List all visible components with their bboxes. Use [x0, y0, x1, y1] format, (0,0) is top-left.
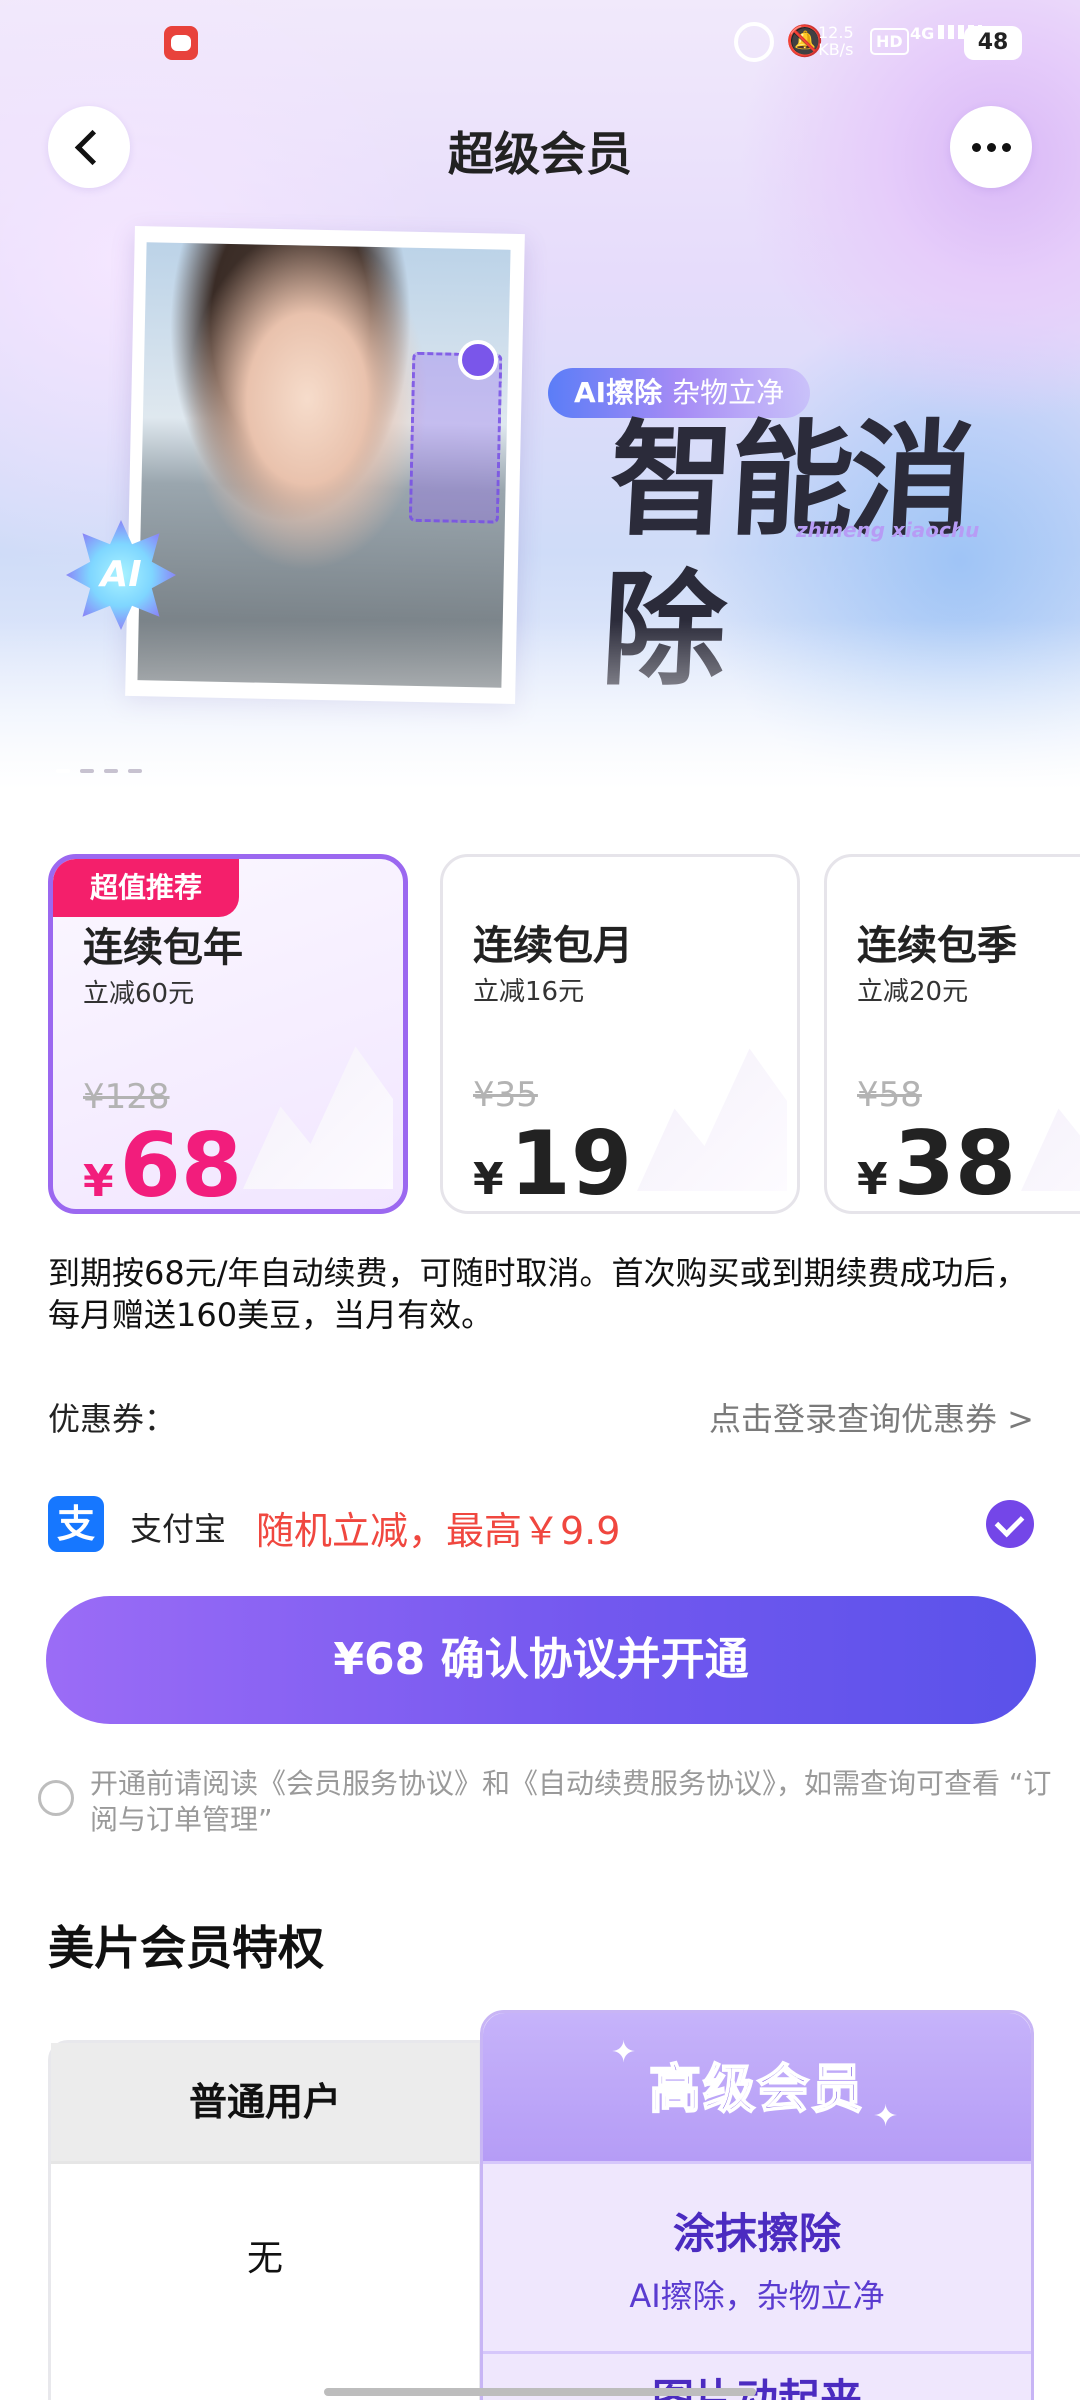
plan-card-monthly[interactable]: 连续包月 立减16元 ¥35 ¥19	[440, 854, 800, 1214]
plan-discount: 立减60元	[83, 979, 195, 1009]
premium-header: 高级会员 ✦ ✦	[483, 2013, 1031, 2161]
status-bar: 🔕 12.5 KB/s HD 4G 48	[0, 0, 1080, 84]
basic-user-cell: 无	[51, 2161, 479, 2351]
premium-header-label: 高级会员	[648, 2059, 865, 2121]
banner-pinyin: zhineng xiaochu	[796, 518, 980, 542]
basic-user-column: 普通用户 无	[48, 2040, 482, 2400]
network-type: 4G	[910, 24, 935, 43]
alipay-icon: 支	[48, 1496, 104, 1552]
premium-column: 高级会员 ✦ ✦ 涂抹擦除 AI擦除，杂物立净 图片动起来	[480, 2010, 1034, 2400]
banner-pill-bold: AI擦除	[574, 376, 663, 409]
speed-icon	[734, 22, 774, 62]
plan-discount: 立减16元	[473, 977, 585, 1007]
privileges-title: 美片会员特权	[48, 1921, 324, 1975]
plan-list[interactable]: 超值推荐 连续包年 立减60元 ¥128 ¥68 连续包月 立减16元 ¥35 …	[48, 832, 1080, 1217]
home-indicator[interactable]	[324, 2388, 756, 2396]
payment-name: 支付宝	[130, 1510, 227, 1548]
battery-icon: 48	[964, 26, 1022, 60]
plan-name: 连续包季	[857, 923, 1017, 969]
plan-name: 连续包年	[83, 925, 243, 971]
erase-selection-area	[408, 351, 503, 524]
plan-price: ¥68	[83, 1114, 243, 1214]
payment-checked-icon[interactable]	[986, 1500, 1034, 1548]
plan-name: 连续包月	[473, 923, 633, 969]
payment-method-alipay[interactable]: 支 支付宝 随机立减，最高￥9.9	[48, 1496, 1034, 1553]
agreement-text[interactable]: 开通前请阅读《会员服务协议》和《自动续费服务协议》，如需查询可查看 “订阅与订单…	[90, 1766, 1060, 1838]
carousel-indicator	[56, 758, 152, 777]
plan-card-quarterly[interactable]: 连续包季 立减20元 ¥58 ¥38	[824, 854, 1080, 1214]
hero-fade	[0, 620, 1080, 790]
sparkle-icon: ✦	[873, 2099, 899, 2134]
selection-handle-icon	[458, 340, 498, 380]
plan-watermark	[243, 1046, 393, 1189]
premium-cell: 涂抹擦除 AI擦除，杂物立净	[483, 2161, 1031, 2351]
coupon-label: 优惠券：	[48, 1400, 177, 1438]
coupon-row[interactable]: 优惠券： 点击登录查询优惠券 >	[48, 1394, 1034, 1440]
plan-card-yearly[interactable]: 超值推荐 连续包年 立减60元 ¥128 ¥68	[48, 854, 408, 1214]
agreement-checkbox[interactable]	[38, 1780, 74, 1816]
app-notification-icon	[164, 26, 198, 60]
plan-price: ¥38	[857, 1112, 1017, 1214]
recommend-tag: 超值推荐	[53, 859, 239, 917]
plan-original-price: ¥58	[857, 1075, 922, 1115]
plan-watermark	[1021, 1048, 1080, 1191]
sparkle-icon: ✦	[611, 2035, 637, 2070]
plan-discount: 立减20元	[857, 977, 969, 1007]
hd-icon: HD	[870, 28, 909, 55]
premium-feature-sub: AI擦除，杂物立净	[629, 2277, 885, 2315]
banner-pill-text: 杂物立净	[672, 376, 785, 409]
basic-user-header: 普通用户	[51, 2043, 479, 2161]
more-options-button[interactable]	[950, 106, 1032, 188]
premium-feature-title: 涂抹擦除	[672, 2209, 841, 2258]
privileges-table: 普通用户 无 高级会员 ✦ ✦ 涂抹擦除 AI擦除，杂物立净 图片动起来	[48, 2010, 1034, 2400]
plan-original-price: ¥35	[473, 1075, 538, 1115]
plan-price: ¥19	[473, 1112, 633, 1214]
coupon-login-link[interactable]: 点击登录查询优惠券 >	[709, 1394, 1034, 1440]
page-title: 超级会员	[448, 127, 632, 181]
plan-watermark	[637, 1048, 787, 1191]
renewal-description: 到期按68元/年自动续费，可随时取消。首次购买或到期续费成功后，每月赠送160美…	[48, 1254, 1028, 1334]
net-speed: 12.5 KB/s	[818, 23, 854, 59]
plan-original-price: ¥128	[83, 1077, 170, 1117]
payment-promo: 随机立减，最高￥9.9	[256, 1509, 621, 1553]
confirm-subscribe-button[interactable]: ¥68 确认协议并开通	[46, 1596, 1036, 1724]
